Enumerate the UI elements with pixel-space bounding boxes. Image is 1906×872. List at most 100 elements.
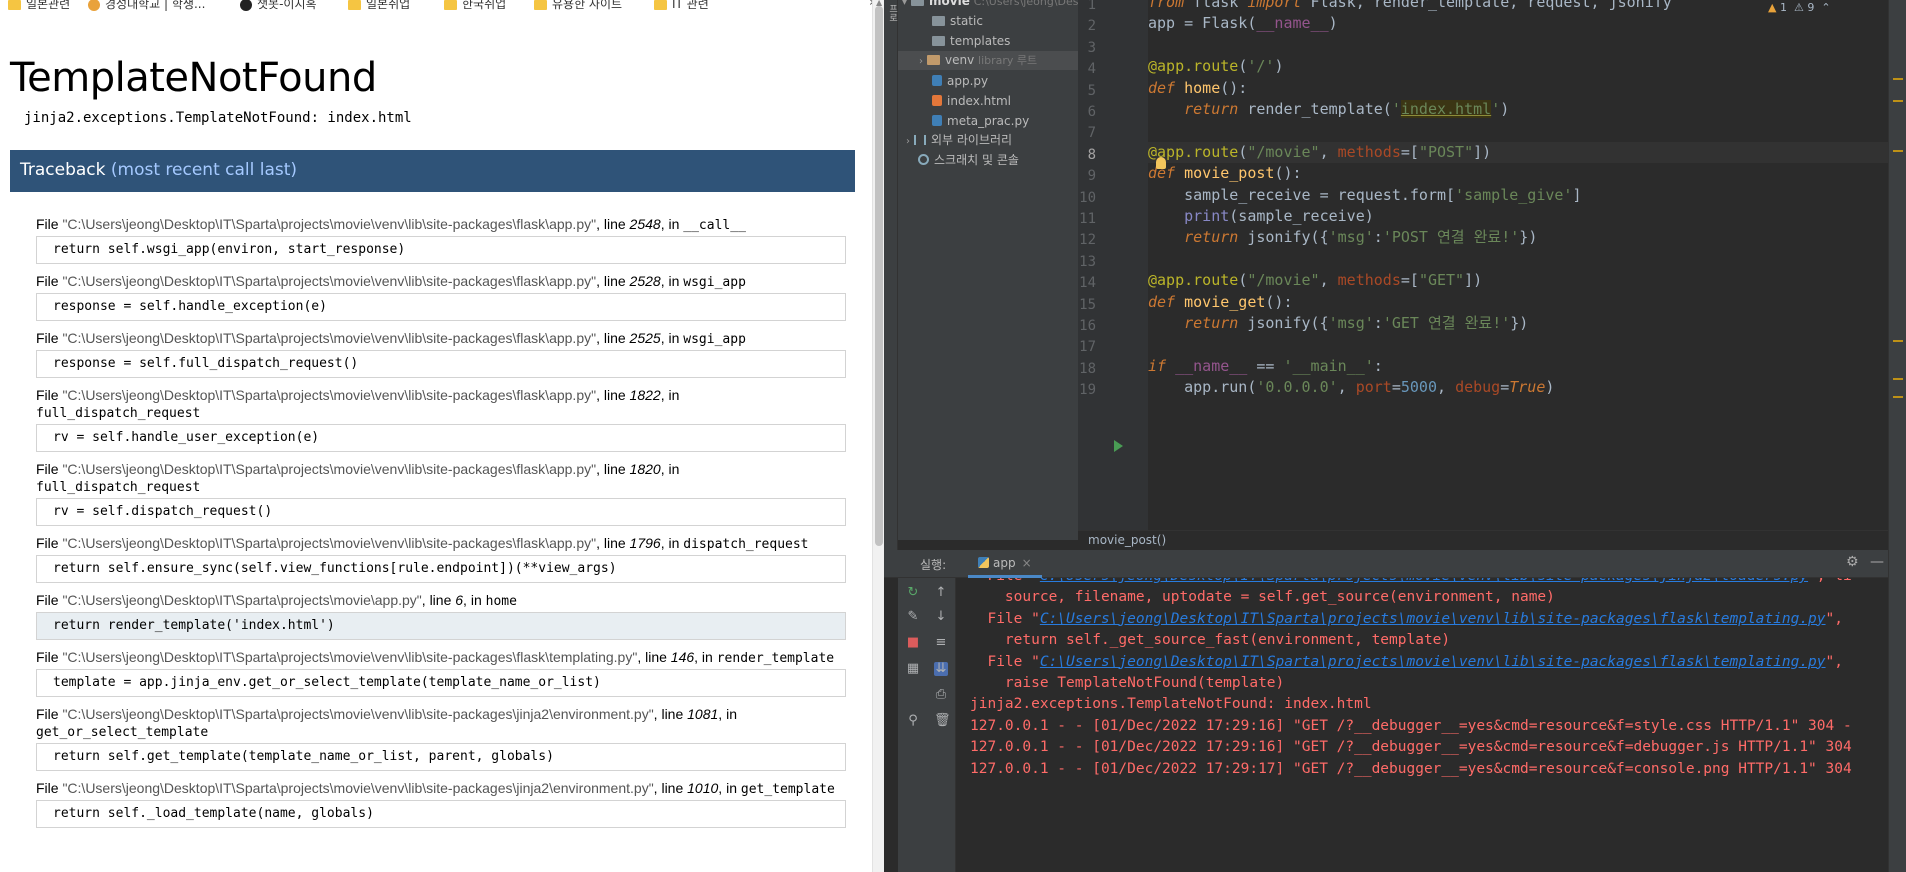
error-stripe-mark[interactable] <box>1893 100 1903 102</box>
tree-item-external-libraries[interactable]: › 외부 라이브러리 <box>906 131 1012 150</box>
line-number: 4 <box>1087 61 1096 78</box>
code-line[interactable]: def movie_post(): <box>1148 163 1888 184</box>
error-message: jinja2.exceptions.TemplateNotFound: inde… <box>24 110 412 126</box>
frame-code[interactable]: return render_template('index.html') <box>36 612 846 640</box>
line-number: 1081 <box>687 706 719 722</box>
tree-item-index-html[interactable]: index.html <box>932 92 1011 111</box>
print-icon[interactable]: ⎙ <box>934 688 948 702</box>
frame-code[interactable]: rv = self.handle_user_exception(e) <box>36 424 846 452</box>
tree-item-app-py[interactable]: app.py <box>932 72 988 91</box>
gear-icon[interactable]: ⚙ <box>1846 554 1859 570</box>
error-stripe-mark[interactable] <box>1893 78 1903 80</box>
code-line[interactable]: return jsonify({'msg':'POST 연결 완료!'}) <box>1148 227 1888 248</box>
console-line: 127.0.0.1 - - [01/Dec/2022 17:29:17] "GE… <box>970 760 1852 777</box>
code-line[interactable]: if __name__ == '__main__': <box>1148 356 1888 377</box>
bookmark-item[interactable]: 한국취업 <box>444 0 506 12</box>
code-line[interactable] <box>1148 249 1888 270</box>
traceback-frame: File "C:\Users\jeong\Desktop\IT\Sparta\p… <box>36 330 846 378</box>
code-editor[interactable]: 1 2 3 4 5 6 7 8 9 10 11 12 13 14 15 16 17 18 19 from flask… <box>1078 0 1888 530</box>
frame-code[interactable]: return self.get_template(template_name_o… <box>36 743 846 771</box>
frame-code[interactable]: return self.wsgi_app(environ, start_resp… <box>36 236 846 264</box>
error-stripe-mark[interactable] <box>1893 378 1903 380</box>
bookmark-item[interactable]: IT 관련 <box>654 0 709 12</box>
file-path: "C:\Users\jeong\Desktop\IT\Sparta\projec… <box>62 649 638 665</box>
close-icon[interactable]: × <box>1022 556 1032 570</box>
minimize-icon[interactable]: — <box>1870 554 1884 570</box>
run-tab-app[interactable]: app × <box>968 550 1042 578</box>
bookmark-item[interactable]: 일본취업 <box>348 0 410 12</box>
rerun-icon[interactable]: ↻ <box>906 586 920 600</box>
in-label: in <box>668 330 680 346</box>
scroll-to-end-icon[interactable]: ⇊ <box>934 662 948 676</box>
html-file-icon <box>932 95 942 106</box>
console-file-link[interactable]: C:\Users\jeong\Desktop\IT\Sparta\project… <box>1040 654 1826 670</box>
layout-icon[interactable]: ▦ <box>906 662 920 676</box>
line-number: 16 <box>1079 318 1096 334</box>
code-line[interactable] <box>1148 35 1888 56</box>
code-line[interactable]: @app.route("/movie", methods=["GET"]) <box>1148 270 1888 291</box>
soft-wrap-icon[interactable]: ≡ <box>934 636 948 650</box>
frame-code[interactable]: template = app.jinja_env.get_or_select_t… <box>36 669 846 697</box>
bookmark-item[interactable]: 경성대학교 | 학생... <box>88 0 205 12</box>
in-label: in <box>726 780 737 796</box>
arrow-up-icon[interactable]: ↑ <box>934 586 948 600</box>
pin-icon[interactable]: ⚲ <box>906 714 920 728</box>
frame-code[interactable]: response = self.handle_exception(e) <box>36 293 846 321</box>
tree-item-meta-prac[interactable]: meta_prac.py <box>932 112 1029 131</box>
trash-icon[interactable]: 🗑 <box>934 714 951 728</box>
bookmark-item[interactable]: 챗봇-이지혹 <box>240 0 317 12</box>
code-line[interactable]: app.run('0.0.0.0', port=5000, debug=True… <box>1148 377 1888 398</box>
tree-item-movie[interactable]: ▾movie C:\Users\jeong\Desktop <box>902 0 1078 11</box>
line-number: 3 <box>1087 39 1096 56</box>
tree-item-venv[interactable]: › venv library 루트 <box>898 51 1078 70</box>
lightbulb-icon[interactable] <box>1156 157 1166 169</box>
tree-item-templates[interactable]: templates <box>932 32 1010 51</box>
line-number: 2528 <box>629 273 661 289</box>
chevron-up-icon[interactable]: ⌃ <box>1821 1 1830 14</box>
frame-code[interactable]: return self._load_template(name, globals… <box>36 800 846 828</box>
frame-code[interactable]: return self.ensure_sync(self.view_functi… <box>36 555 846 583</box>
frame-code[interactable]: rv = self.dispatch_request() <box>36 498 846 526</box>
page-scrollbar[interactable]: ▲ <box>872 0 884 872</box>
error-stripe-mark[interactable] <box>1893 150 1903 152</box>
code-line[interactable]: @app.route('/') <box>1148 56 1888 77</box>
file-path: "C:\Users\jeong\Desktop\IT\Sparta\projec… <box>62 273 597 289</box>
line-label: line <box>603 330 626 346</box>
file-path: "C:\Users\jeong\Desktop\IT\Sparta\projec… <box>62 216 597 232</box>
function-name: full_dispatch_request <box>36 406 201 421</box>
arrow-down-icon[interactable]: ↓ <box>934 610 948 624</box>
console-output[interactable]: File "C:\Users\jeong\Desktop\IT\Sparta\p… <box>956 578 1888 872</box>
bookmark-item[interactable]: 유용한 사이트 <box>534 0 622 12</box>
error-stripe-mark[interactable] <box>1893 396 1903 398</box>
run-gutter-icon[interactable] <box>1114 440 1123 452</box>
tree-item-static[interactable]: static <box>932 12 983 31</box>
run-panel: 실행: app× ⚙ — ↻ ↑ ✎ ↓ ■ ≡ ▦ ⇊ ⎙ ⚲ 🗑 File … <box>884 550 1888 872</box>
code-line[interactable]: app = Flask(__name__) <box>1148 13 1888 34</box>
code-line[interactable]: def home(): <box>1148 78 1888 99</box>
frame-code[interactable]: response = self.full_dispatch_request() <box>36 350 846 378</box>
code-line[interactable]: return jsonify({'msg':'GET 연결 완료!'}) <box>1148 313 1888 334</box>
right-tool-strip <box>1888 0 1906 872</box>
code-line[interactable]: @app.route("/movie", methods=["POST"]) <box>1148 141 1888 164</box>
error-stripe-mark[interactable] <box>1893 340 1903 342</box>
code-line[interactable] <box>1148 334 1888 355</box>
code-line[interactable]: print(sample_receive) <box>1148 206 1888 227</box>
function-name: home <box>485 594 517 609</box>
stop-icon[interactable]: ■ <box>906 636 920 650</box>
console-file-link[interactable]: C:\Users\jeong\Desktop\IT\Sparta\project… <box>1040 578 1808 584</box>
console-file-link[interactable]: C:\Users\jeong\Desktop\IT\Sparta\project… <box>1040 611 1826 627</box>
tree-item-scratches[interactable]: 스크래치 및 콘솔 <box>918 151 1019 170</box>
code-line[interactable]: sample_receive = request.form['sample_gi… <box>1148 185 1888 206</box>
code-line[interactable]: def movie_get(): <box>1148 292 1888 313</box>
breadcrumb[interactable]: movie_post() <box>1078 530 1888 550</box>
bookmark-item[interactable]: 일본관련 <box>8 0 70 12</box>
wrench-icon[interactable]: ✎ <box>906 610 920 624</box>
run-label: 실행: <box>920 558 947 572</box>
traceback-header[interactable]: Traceback (most recent call last) <box>10 150 855 192</box>
code-line[interactable] <box>1148 120 1888 141</box>
code-line[interactable]: return render_template('index.html') <box>1148 99 1888 120</box>
inspection-widget[interactable]: ▲ 1 ⚠ 9 ⌃ <box>1768 1 1831 14</box>
scrollbar-thumb[interactable] <box>875 6 883 546</box>
traceback-frame: File "C:\Users\jeong\Desktop\IT\Sparta\p… <box>36 649 846 697</box>
line-number: 13 <box>1079 253 1096 270</box>
